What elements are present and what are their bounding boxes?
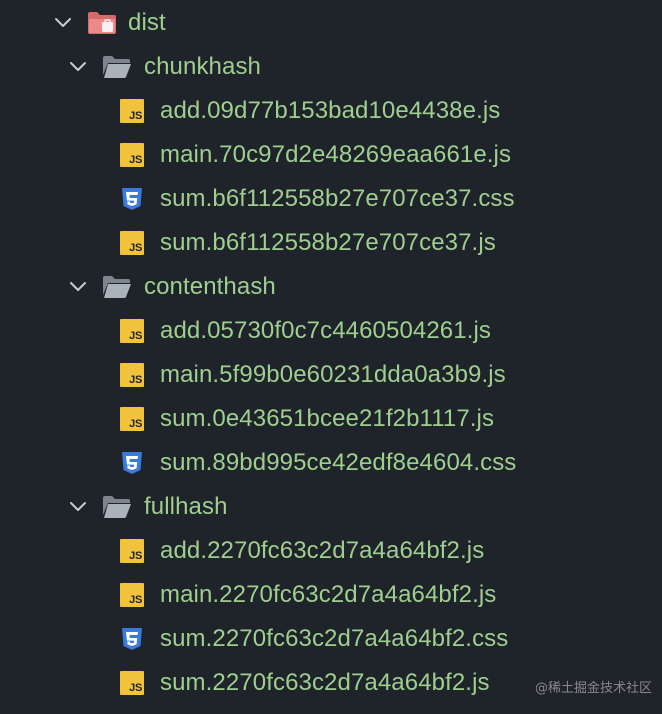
folder-label-chunkhash: chunkhash bbox=[144, 53, 261, 80]
folder-label-contenthash: contenthash bbox=[144, 273, 276, 300]
file-label: add.2270fc63c2d7a4a64bf2.js bbox=[160, 537, 485, 564]
js-file-icon: JS bbox=[120, 231, 144, 255]
js-file-icon: JS bbox=[120, 407, 144, 431]
tree-folder-chunkhash[interactable]: chunkhash bbox=[0, 45, 662, 89]
chevron-down-icon[interactable] bbox=[68, 57, 88, 77]
js-file-icon: JS bbox=[120, 539, 144, 563]
file-label: add.09d77b153bad10e4438e.js bbox=[160, 97, 501, 124]
tree-folder-fullhash[interactable]: fullhash bbox=[0, 485, 662, 529]
js-file-icon: JS bbox=[120, 99, 144, 123]
tree-file-row[interactable]: JS sum.b6f112558b27e707ce37.js bbox=[0, 221, 662, 265]
css-file-icon bbox=[122, 188, 142, 210]
file-label: add.05730f0c7c4460504261.js bbox=[160, 317, 491, 344]
js-file-icon: JS bbox=[120, 671, 144, 695]
js-file-icon: JS bbox=[120, 319, 144, 343]
tree-file-row[interactable]: JS sum.0e43651bcee21f2b1117.js bbox=[0, 397, 662, 441]
folder-open-icon bbox=[103, 56, 131, 78]
file-tree: dist chunkhash JS add.09d77b153bad10e443… bbox=[0, 0, 662, 714]
file-label: sum.0e43651bcee21f2b1117.js bbox=[160, 405, 495, 432]
watermark: @稀土掘金技术社区 bbox=[534, 681, 652, 696]
file-label: main.2270fc63c2d7a4a64bf2.js bbox=[160, 581, 497, 608]
tree-file-row[interactable]: JS add.05730f0c7c4460504261.js bbox=[0, 309, 662, 353]
file-label: sum.b6f112558b27e707ce37.js bbox=[160, 229, 496, 256]
chevron-down-icon[interactable] bbox=[68, 497, 88, 517]
chevron-down-icon[interactable] bbox=[68, 277, 88, 297]
folder-open-icon bbox=[103, 276, 131, 298]
folder-open-icon bbox=[103, 496, 131, 518]
file-label: sum.89bd995ce42edf8e4604.css bbox=[160, 449, 517, 476]
js-file-icon: JS bbox=[120, 583, 144, 607]
js-file-icon: JS bbox=[120, 363, 144, 387]
tree-file-row[interactable]: sum.b6f112558b27e707ce37.css bbox=[0, 177, 662, 221]
js-file-icon: JS bbox=[120, 143, 144, 167]
css-file-icon bbox=[122, 628, 142, 650]
css-file-icon bbox=[122, 452, 142, 474]
tree-file-row[interactable]: JS add.09d77b153bad10e4438e.js bbox=[0, 89, 662, 133]
tree-file-row[interactable]: sum.89bd995ce42edf8e4604.css bbox=[0, 441, 662, 485]
tree-file-row[interactable]: sum.2270fc63c2d7a4a64bf2.css bbox=[0, 617, 662, 661]
file-label: sum.b6f112558b27e707ce37.css bbox=[160, 185, 515, 212]
tree-file-row[interactable]: JS main.2270fc63c2d7a4a64bf2.js bbox=[0, 573, 662, 617]
dist-folder-icon bbox=[88, 12, 116, 34]
chevron-down-icon[interactable] bbox=[53, 13, 73, 33]
tree-file-row[interactable]: JS main.5f99b0e60231dda0a3b9.js bbox=[0, 353, 662, 397]
file-label: sum.2270fc63c2d7a4a64bf2.js bbox=[160, 669, 490, 696]
file-label: main.5f99b0e60231dda0a3b9.js bbox=[160, 361, 506, 388]
tree-folder-dist[interactable]: dist bbox=[0, 1, 662, 45]
tree-folder-contenthash[interactable]: contenthash bbox=[0, 265, 662, 309]
tree-file-row[interactable]: JS add.2270fc63c2d7a4a64bf2.js bbox=[0, 529, 662, 573]
tree-file-row[interactable]: JS main.70c97d2e48269eaa661e.js bbox=[0, 133, 662, 177]
file-label: sum.2270fc63c2d7a4a64bf2.css bbox=[160, 625, 509, 652]
folder-label-fullhash: fullhash bbox=[144, 493, 228, 520]
folder-label-dist: dist bbox=[128, 9, 166, 36]
file-label: main.70c97d2e48269eaa661e.js bbox=[160, 141, 512, 168]
